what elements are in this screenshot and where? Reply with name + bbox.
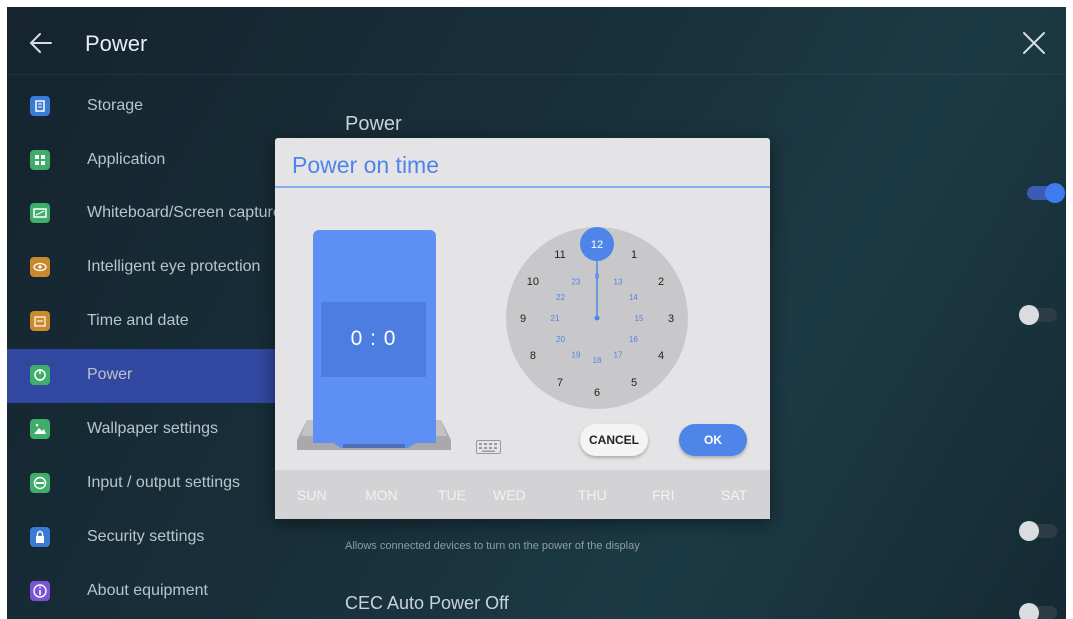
day-sun[interactable]: SUN <box>297 487 327 503</box>
info-icon <box>30 581 50 601</box>
clock-hour-22[interactable]: 22 <box>556 293 565 302</box>
sidebar-item-label: Input / output settings <box>87 474 240 491</box>
close-icon <box>1023 32 1045 54</box>
day-thu[interactable]: THU <box>578 487 607 503</box>
sidebar-item-security-settings[interactable]: Security settings <box>7 511 275 565</box>
clock-hour-15[interactable]: 15 <box>635 314 644 323</box>
time-readout-box[interactable]: 0 : 0 <box>321 302 426 377</box>
sidebar-item-label: Whiteboard/Screen capture <box>87 204 282 221</box>
time-readout: 0 : 0 <box>350 327 397 350</box>
cec-power-on-toggle[interactable] <box>1019 521 1057 541</box>
clock-hour-4[interactable]: 4 <box>658 350 664 362</box>
lock-icon <box>30 527 50 547</box>
clock-hour-18[interactable]: 18 <box>593 356 602 365</box>
section-title: Power <box>345 113 402 135</box>
close-button[interactable] <box>1018 27 1050 59</box>
sidebar-item-storage[interactable]: Storage <box>7 80 275 134</box>
storage-icon <box>30 96 50 116</box>
clock-face[interactable]: 121234567891011 01314151617181920212223 <box>505 226 689 410</box>
sidebar-item-label: Storage <box>87 97 144 114</box>
day-mon[interactable]: MON <box>365 487 398 503</box>
sidebar-item-application[interactable]: Application <box>7 134 275 188</box>
clock-dial[interactable]: 12 1 2 3 4 5 6 7 8 9 10 11 0 13 14 15 16 17 18 19 20 21 22 23 <box>505 226 689 410</box>
toggle-knob <box>1019 305 1039 325</box>
clock-hour-12[interactable]: 12 <box>591 239 603 251</box>
clock-hour-9[interactable]: 9 <box>520 313 526 325</box>
dialog-title: Power on time <box>292 152 440 178</box>
calendar-icon <box>30 311 50 331</box>
sidebar-item-label: Application <box>87 151 166 168</box>
clock-hour-5[interactable]: 5 <box>631 377 637 389</box>
day-tue[interactable]: TUE <box>438 487 466 503</box>
cec-auto-power-off-title: CEC Auto Power Off <box>345 593 509 613</box>
image-icon <box>30 419 50 439</box>
clock-hour-1[interactable]: 1 <box>631 249 637 261</box>
clock-hour-0[interactable]: 0 <box>595 272 600 281</box>
dialog-divider <box>275 186 770 188</box>
clock-hour-19[interactable]: 19 <box>572 350 581 359</box>
sidebar-item-label: Time and date <box>87 312 189 329</box>
sidebar-item-label: Power <box>87 366 133 383</box>
cec-description: Allows connected devices to turn on the … <box>345 540 640 552</box>
sidebar-item-label: About equipment <box>87 582 208 599</box>
sidebar-item-label: Wallpaper settings <box>87 420 219 437</box>
sidebar-item-label: Security settings <box>87 528 205 545</box>
clock-hour-16[interactable]: 16 <box>629 335 638 344</box>
toggle-knob <box>1045 183 1065 203</box>
sidebar-item-input-output-settings[interactable]: Input / output settings <box>7 457 275 511</box>
ok-button[interactable]: OK <box>679 424 747 456</box>
clock-hour-14[interactable]: 14 <box>629 293 638 302</box>
clock-hour-10[interactable]: 10 <box>527 276 539 288</box>
top-bar: Power <box>7 7 1066 75</box>
clock-hour-11[interactable]: 11 <box>554 249 565 261</box>
back-button[interactable] <box>25 27 57 59</box>
clock-hour-17[interactable]: 17 <box>614 350 623 359</box>
cec-power-off-toggle[interactable] <box>1019 603 1057 619</box>
toggle-knob <box>1019 521 1039 541</box>
clock-hour-3[interactable]: 3 <box>668 313 674 325</box>
sidebar-item-whiteboard-screen-capture[interactable]: Whiteboard/Screen capture <box>7 187 282 241</box>
page-title: Power <box>85 31 148 56</box>
sidebar-item-intelligent-eye-protection[interactable]: Intelligent eye protection <box>7 241 275 295</box>
power-on-time-dialog: Power on time 0 : 0 12 1 2 3 4 5 6 7 8 9 10 11 0 13 1… <box>275 138 770 519</box>
clock-hour-13[interactable]: 13 <box>614 278 623 287</box>
clock-hour-21[interactable]: 21 <box>551 314 560 323</box>
day-sat[interactable]: SAT <box>721 487 747 503</box>
clock-hour-8[interactable]: 8 <box>530 350 536 362</box>
cancel-button[interactable]: CANCEL <box>580 424 648 456</box>
digital-panel-base <box>313 408 436 448</box>
sidebar-item-wallpaper-settings[interactable]: Wallpaper settings <box>7 403 275 457</box>
arrow-left-icon <box>29 33 52 53</box>
toggle-knob <box>1019 603 1039 619</box>
power-toggle-1[interactable] <box>1027 183 1065 203</box>
sidebar-item-power[interactable]: Power <box>7 349 275 403</box>
clock-hour-6[interactable]: 6 <box>594 387 600 399</box>
sidebar: Storage Application Whiteboard/Screen capt… <box>7 75 282 619</box>
clock-hour-20[interactable]: 20 <box>556 335 565 344</box>
power-toggle-2[interactable] <box>1019 305 1057 325</box>
clock-hour-23[interactable]: 23 <box>572 278 581 287</box>
sidebar-item-time-and-date[interactable]: Time and date <box>7 295 275 349</box>
day-wed[interactable]: WED <box>493 487 526 503</box>
eye-icon <box>30 257 50 277</box>
sidebar-item-label: Intelligent eye protection <box>87 258 261 275</box>
clock-hour-2[interactable]: 2 <box>658 276 664 288</box>
sidebar-item-about-equipment[interactable]: About equipment <box>7 565 275 619</box>
weekday-selector: SUN MON TUE WED THU FRI SAT <box>275 470 770 519</box>
day-fri[interactable]: FRI <box>652 487 675 503</box>
input-output-icon <box>30 473 50 493</box>
apps-grid-icon <box>30 150 50 170</box>
screenshot-icon <box>30 203 50 223</box>
clock-hour-7[interactable]: 7 <box>557 377 563 389</box>
power-icon <box>30 365 50 385</box>
keyboard-icon[interactable] <box>476 440 501 454</box>
